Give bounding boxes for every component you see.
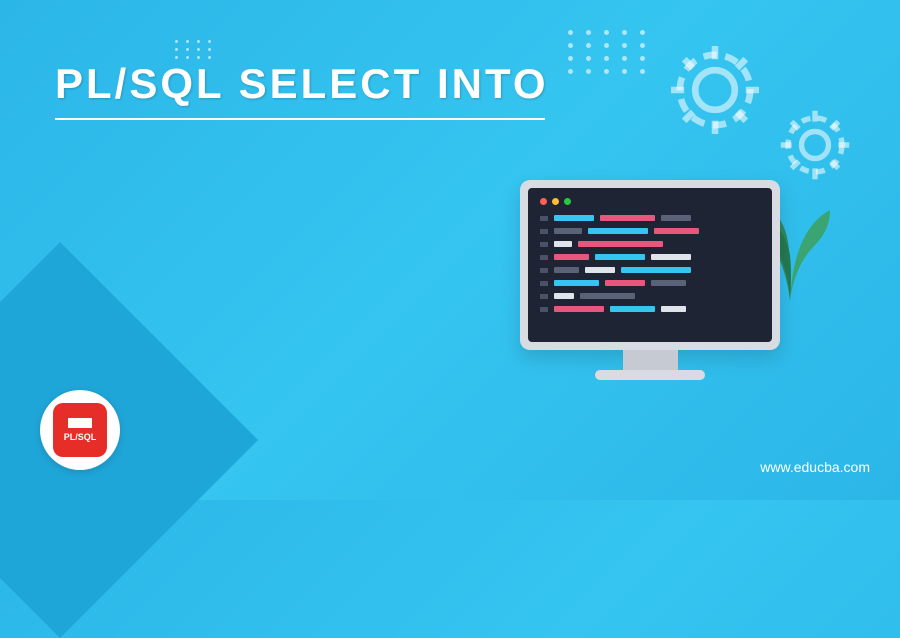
website-url: www.educba.com: [760, 459, 870, 475]
page-title: PL/SQL SELECT INTO: [55, 60, 549, 108]
code-editor-screen: [528, 188, 772, 342]
title-underline: [55, 118, 545, 120]
window-controls: [540, 198, 760, 205]
monitor-illustration: [520, 180, 780, 380]
diagonal-accent: [0, 242, 258, 638]
plsql-badge: PL/SQL: [40, 390, 120, 470]
dot-grid-large: [568, 30, 650, 74]
dot-grid-small: [175, 40, 214, 59]
badge-label: PL/SQL: [64, 432, 97, 442]
gear-icon-large: [660, 35, 770, 145]
